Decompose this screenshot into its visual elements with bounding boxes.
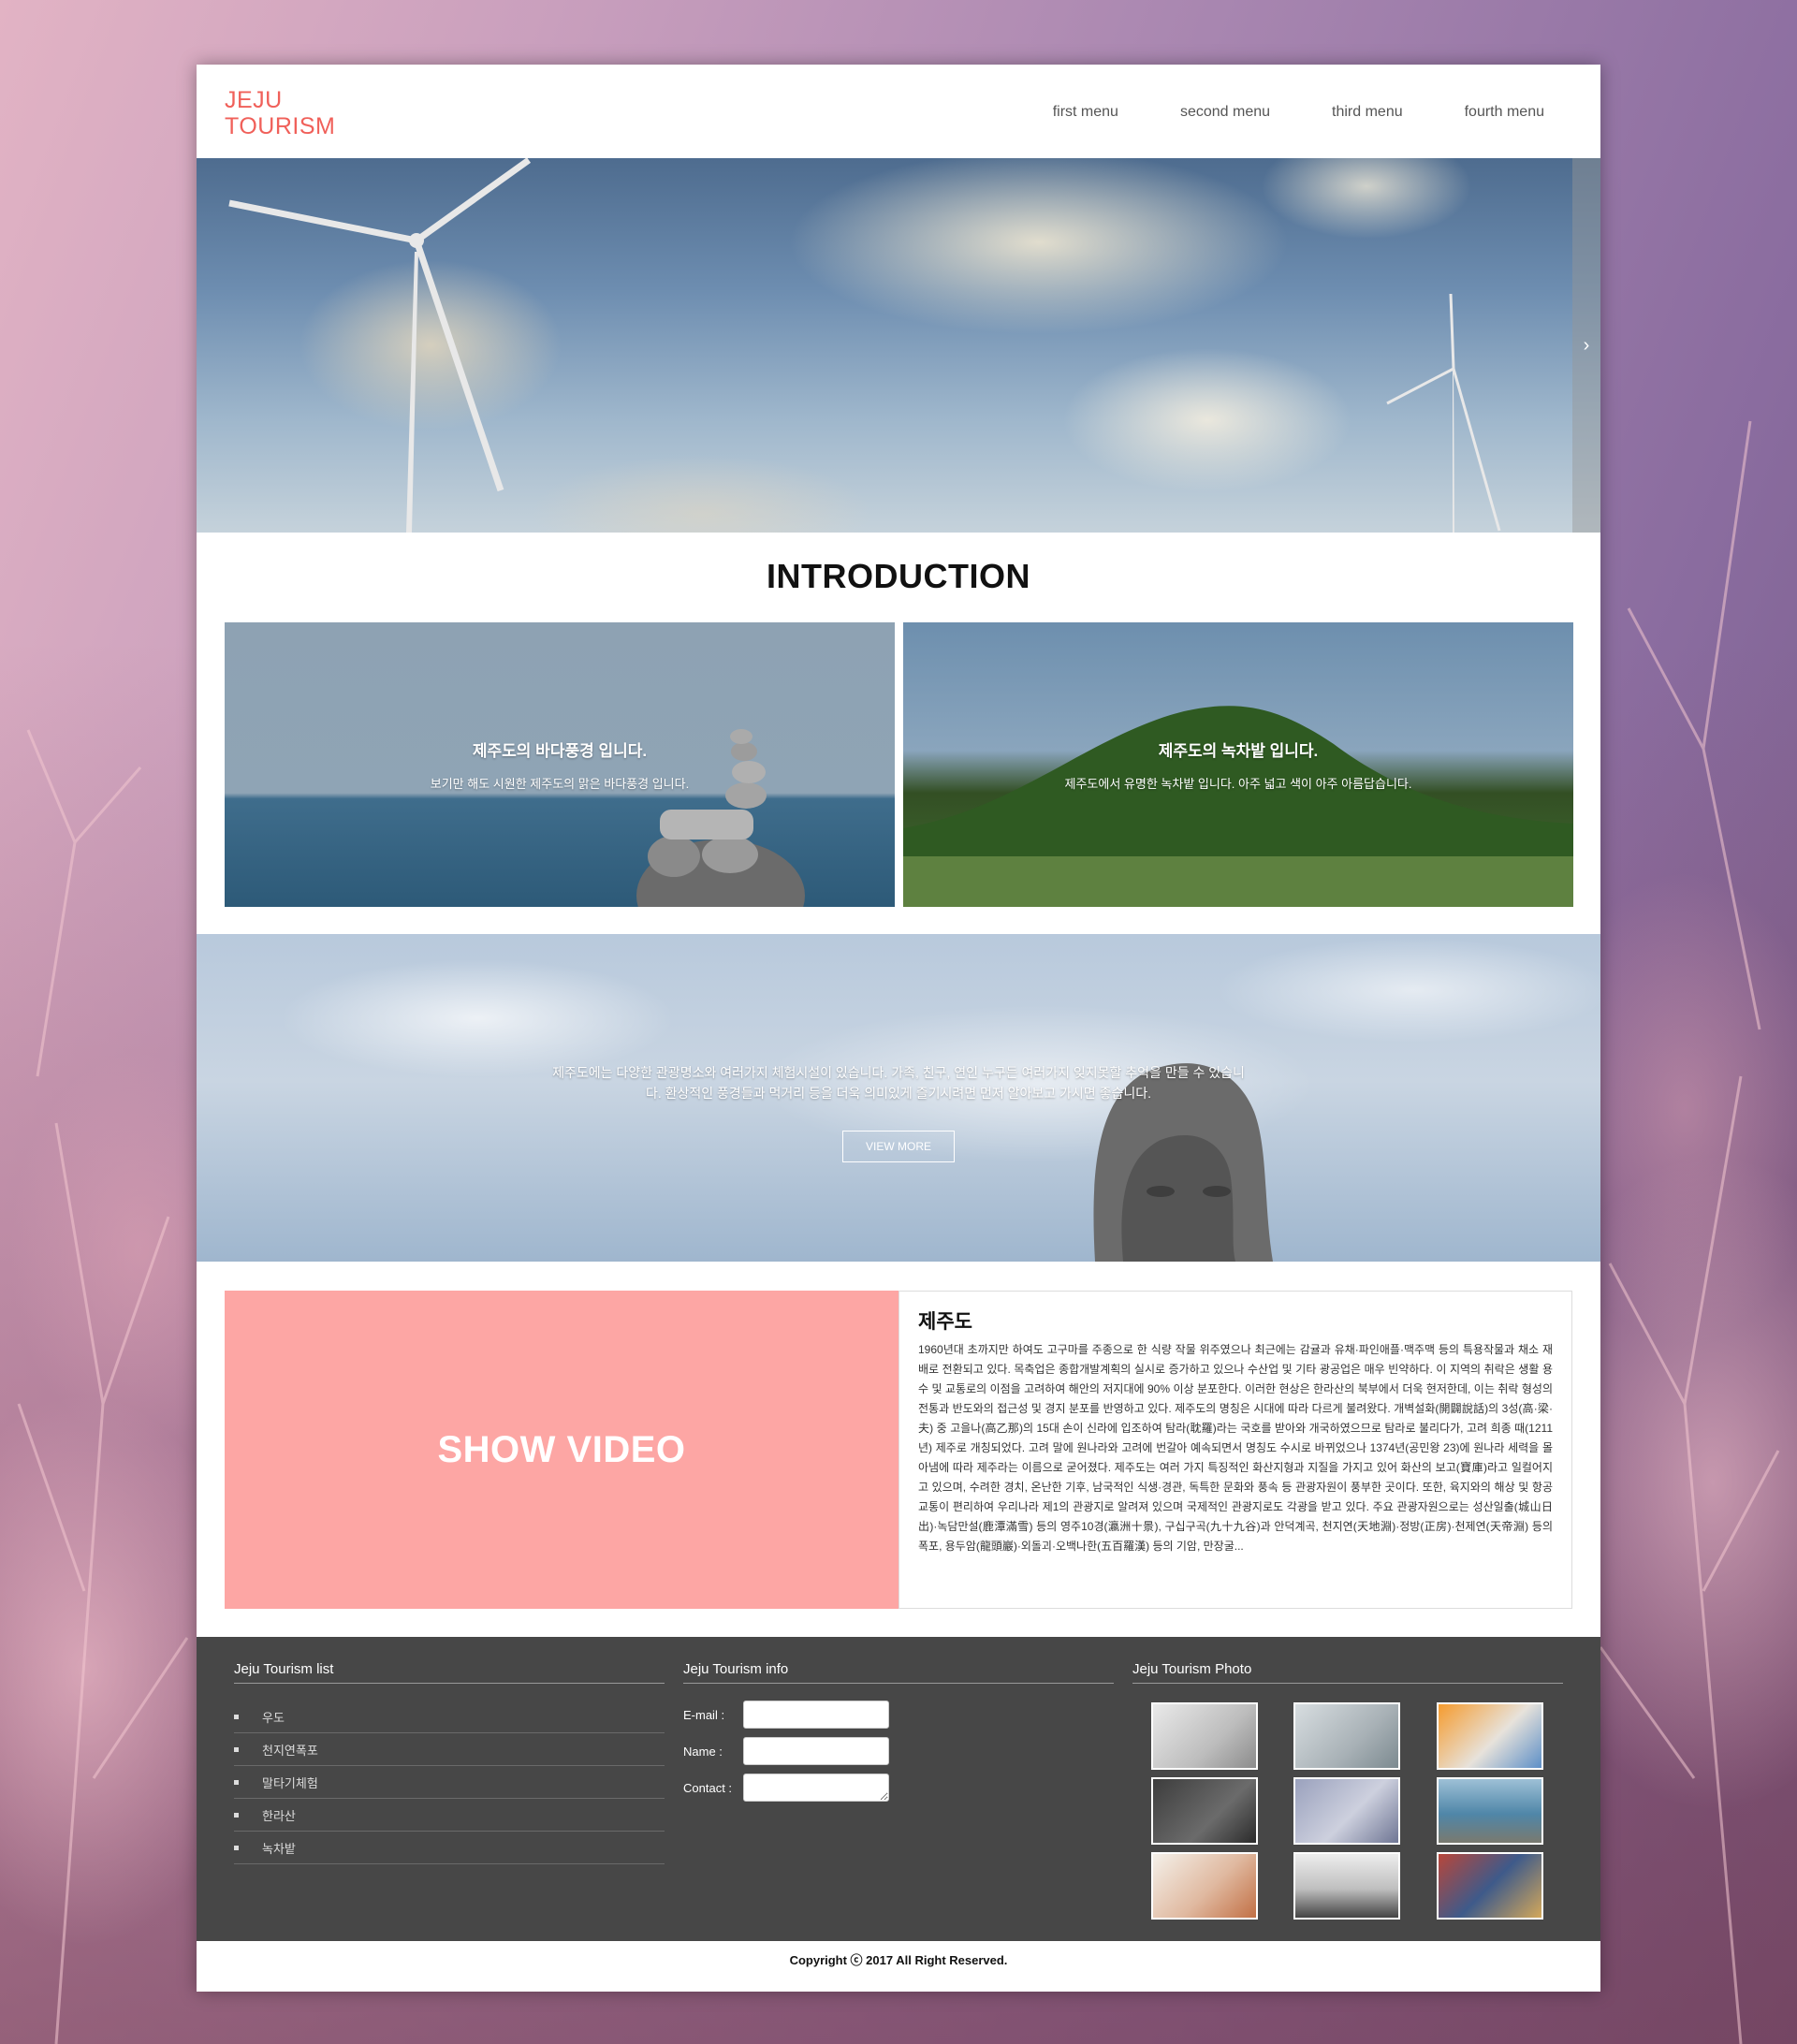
card-tea-text: 제주도에서 유명한 녹차밭 입니다. 아주 넓고 색이 아주 아름답습니다. [1064, 777, 1412, 791]
name-row: Name : [683, 1737, 889, 1765]
name-field[interactable] [743, 1737, 889, 1765]
list-item[interactable]: 말타기체험 [234, 1766, 665, 1799]
turbine-blade [1452, 368, 1501, 532]
info-title: 제주도 [918, 1311, 972, 1333]
intro-card-sea[interactable]: 제주도의 바다풍경 입니다. 보기만 해도 시원한 제주도의 맑은 바다풍경 입… [225, 622, 895, 907]
turbine-blade [1386, 367, 1454, 405]
list-item[interactable]: 한라산 [234, 1799, 665, 1832]
main-nav: first menu second menu third menu fourth… [991, 104, 1544, 121]
view-more-button[interactable]: VIEW MORE [842, 1131, 955, 1162]
photo-thumbnail[interactable] [1293, 1777, 1400, 1845]
photo-thumbnail[interactable] [1151, 1777, 1258, 1845]
photo-thumbnail[interactable] [1437, 1702, 1543, 1770]
web-page: JEJU TOURISM first menu second menu thir… [197, 65, 1600, 1992]
footer-photo-title: Jeju Tourism Photo [1132, 1661, 1563, 1684]
jeju-info-panel: 제주도 1960년대 초까지만 하여도 고구마를 주종으로 한 식량 작물 위주… [898, 1291, 1572, 1609]
logo-line-2: TOURISM [225, 113, 336, 139]
show-video-button[interactable]: SHOW VIDEO [225, 1291, 898, 1609]
card-sea-title: 제주도의 바다풍경 입니다. [472, 742, 648, 760]
photo-thumbnail[interactable] [1293, 1852, 1400, 1920]
section-title-introduction: INTRODUCTION [767, 557, 1030, 595]
email-field[interactable] [743, 1701, 889, 1729]
site-logo[interactable]: JEJU TOURISM [225, 87, 335, 139]
turbine-tower-small [1453, 369, 1454, 533]
email-label: E-mail : [683, 1707, 725, 1722]
nav-first-menu[interactable]: first menu [1053, 104, 1118, 121]
photo-thumbnail[interactable] [1151, 1852, 1258, 1920]
site-footer: Jeju Tourism list 우도 천지연폭포 말타기체험 한라산 녹차밭… [197, 1637, 1600, 1941]
turbine-tower-large [406, 252, 418, 533]
list-item[interactable]: 천지연폭포 [234, 1733, 665, 1766]
banner-description: 제주도에는 다양한 관광명소와 여러가지 체험시설이 있습니다. 가족, 친구,… [552, 1065, 1245, 1101]
turbine-blade [1449, 293, 1455, 370]
name-label: Name : [683, 1744, 723, 1759]
show-video-label: SHOW VIDEO [437, 1428, 686, 1470]
turbine-hub [409, 233, 424, 248]
turbine-blade [228, 199, 417, 244]
turbine-blade [413, 239, 504, 492]
photo-thumbnail[interactable] [1151, 1702, 1258, 1770]
footer-info-title: Jeju Tourism info [683, 1661, 1114, 1684]
site-header: JEJU TOURISM first menu second menu thir… [197, 65, 1600, 158]
info-body-text: 1960년대 초까지만 하여도 고구마를 주종으로 한 식량 작물 위주였으나 … [918, 1343, 1553, 1553]
stone-tower-illustration [636, 729, 805, 907]
slider-next-button[interactable]: › [1572, 158, 1600, 533]
photo-thumbnail[interactable] [1437, 1777, 1543, 1845]
card-sea-text: 보기만 해도 시원한 제주도의 맑은 바다풍경 입니다. [430, 777, 690, 791]
intro-card-tea-field[interactable]: 제주도의 녹차밭 입니다. 제주도에서 유명한 녹차밭 입니다. 아주 넓고 색… [903, 622, 1573, 907]
contact-row: Contact : [683, 1774, 889, 1802]
list-item[interactable]: 녹차밭 [234, 1832, 665, 1864]
contact-field[interactable] [743, 1774, 889, 1802]
nav-second-menu[interactable]: second menu [1180, 104, 1270, 121]
promo-banner: 제주도에는 다양한 관광명소와 여러가지 체험시설이 있습니다. 가족, 친구,… [197, 934, 1600, 1262]
list-item[interactable]: 우도 [234, 1701, 665, 1733]
green-hill-illustration [903, 706, 1573, 907]
logo-line-1: JEJU [225, 87, 283, 113]
nav-third-menu[interactable]: third menu [1332, 104, 1403, 121]
photo-thumbnail[interactable] [1437, 1852, 1543, 1920]
contact-label: Contact : [683, 1780, 733, 1795]
card-tea-title: 제주도의 녹차밭 입니다. [1158, 742, 1319, 760]
wind-turbines-illustration [228, 158, 1501, 533]
tourism-list: 우도 천지연폭포 말타기체험 한라산 녹차밭 [234, 1701, 665, 1864]
nav-fourth-menu[interactable]: fourth menu [1465, 104, 1544, 121]
email-row: E-mail : [683, 1701, 889, 1729]
chevron-right-icon: › [1583, 334, 1590, 356]
turbine-blade [414, 158, 532, 243]
copyright-text: Copyright ⓒ 2017 All Right Reserved. [789, 1953, 1008, 1967]
hero-slider-image: › [197, 158, 1600, 533]
footer-list-title: Jeju Tourism list [234, 1661, 665, 1684]
photo-thumbnail[interactable] [1293, 1702, 1400, 1770]
